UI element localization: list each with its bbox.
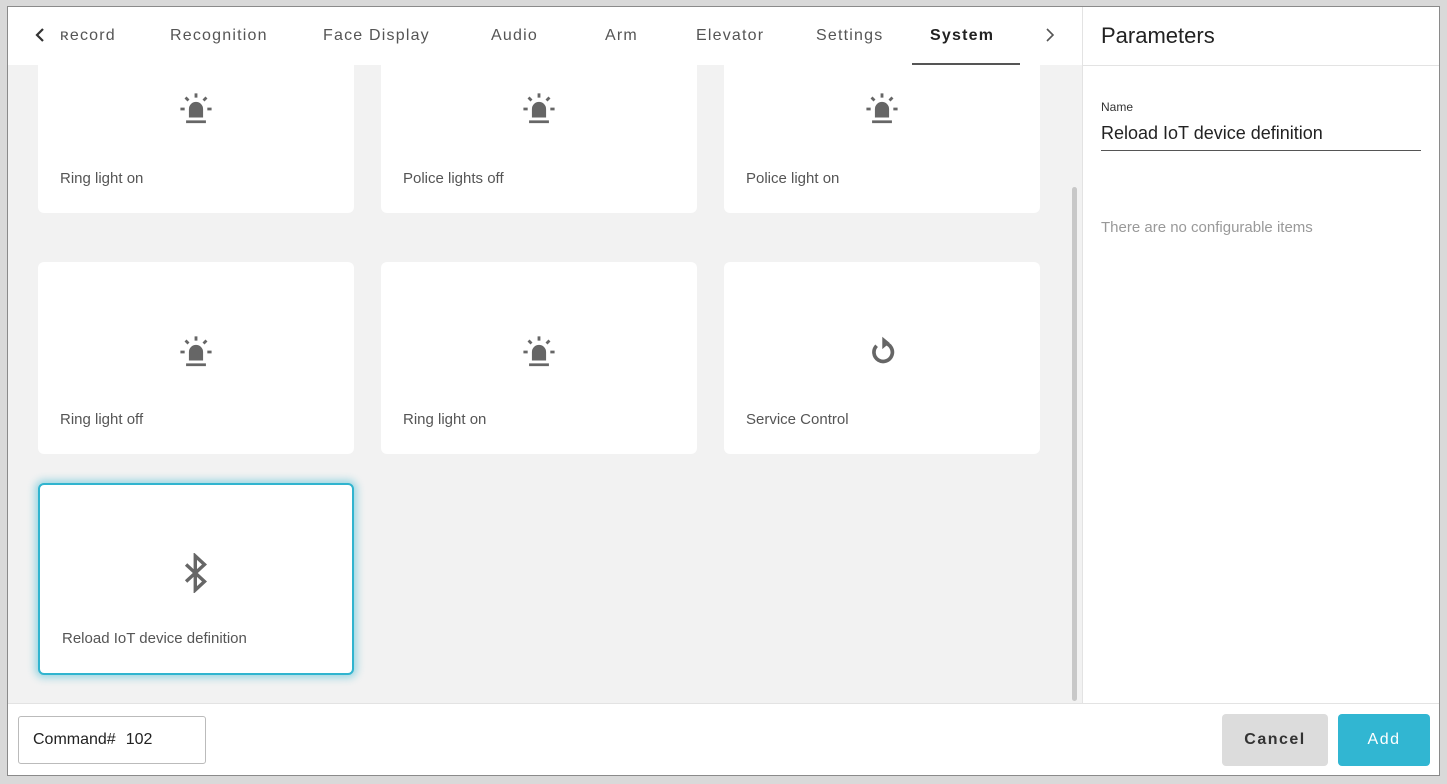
- name-field[interactable]: [1101, 117, 1421, 151]
- siren-icon: [381, 89, 697, 129]
- command-card[interactable]: Service Control: [724, 262, 1040, 454]
- command-card-label: Ring light off: [60, 411, 144, 428]
- command-card[interactable]: Ring light on: [38, 65, 354, 213]
- grid-scrollbar[interactable]: [1070, 65, 1078, 703]
- command-card-label: Ring light on: [403, 411, 487, 428]
- command-grid: Ring light on Police lights off Police l…: [8, 65, 1068, 703]
- command-number-field: Command# 102: [18, 716, 206, 764]
- command-number-value: 102: [125, 731, 153, 748]
- command-dialog: ʀecord Recognition Face Display Audio Ar…: [7, 6, 1440, 776]
- tab-audio[interactable]: Audio: [491, 7, 538, 65]
- tab-recognition[interactable]: Recognition: [170, 7, 268, 65]
- command-card[interactable]: Police light on: [724, 65, 1040, 213]
- tab-face-display[interactable]: Face Display: [323, 7, 430, 65]
- dialog-footer: Command# 102 Cancel Add: [8, 703, 1439, 775]
- command-card-label: Reload IoT device definition: [62, 630, 247, 647]
- siren-icon: [38, 89, 354, 129]
- name-field-label: Name: [1101, 100, 1134, 114]
- siren-icon: [724, 89, 1040, 129]
- panel-divider: [1083, 65, 1439, 66]
- tab-settings[interactable]: Settings: [816, 7, 883, 65]
- bluetooth-icon: [40, 553, 352, 593]
- tab-arm[interactable]: Arm: [605, 7, 638, 65]
- command-card-selected[interactable]: Reload IoT device definition: [38, 483, 354, 675]
- tab-record[interactable]: ʀecord: [60, 7, 116, 65]
- command-card[interactable]: Ring light on: [381, 262, 697, 454]
- chevron-right-icon: [1044, 25, 1056, 48]
- category-tab-bar: ʀecord Recognition Face Display Audio Ar…: [8, 7, 1082, 65]
- command-number-label: Command#: [33, 731, 116, 748]
- command-card-label: Service Control: [746, 411, 849, 428]
- no-config-items-message: There are no configurable items: [1101, 219, 1313, 236]
- command-picker: ʀecord Recognition Face Display Audio Ar…: [8, 7, 1082, 703]
- command-card[interactable]: Ring light off: [38, 262, 354, 454]
- restart-icon: [724, 332, 1040, 372]
- parameters-panel: Parameters Name There are no configurabl…: [1082, 7, 1439, 703]
- add-button[interactable]: Add: [1338, 714, 1430, 766]
- tab-system[interactable]: System: [930, 7, 994, 65]
- chevron-left-icon: [34, 25, 46, 48]
- command-card-label: Ring light on: [60, 170, 144, 187]
- siren-icon: [381, 332, 697, 372]
- tab-elevator[interactable]: Elevator: [696, 7, 764, 65]
- cancel-button[interactable]: Cancel: [1222, 714, 1328, 766]
- tabs-next-button[interactable]: [1030, 7, 1070, 65]
- siren-icon: [38, 332, 354, 372]
- grid-scrollbar-thumb[interactable]: [1072, 187, 1077, 701]
- tabs-prev-button[interactable]: [20, 7, 60, 65]
- command-card-label: Police lights off: [403, 170, 504, 187]
- command-card-label: Police light on: [746, 170, 840, 187]
- parameters-title: Parameters: [1101, 23, 1215, 48]
- command-card[interactable]: Police lights off: [381, 65, 697, 213]
